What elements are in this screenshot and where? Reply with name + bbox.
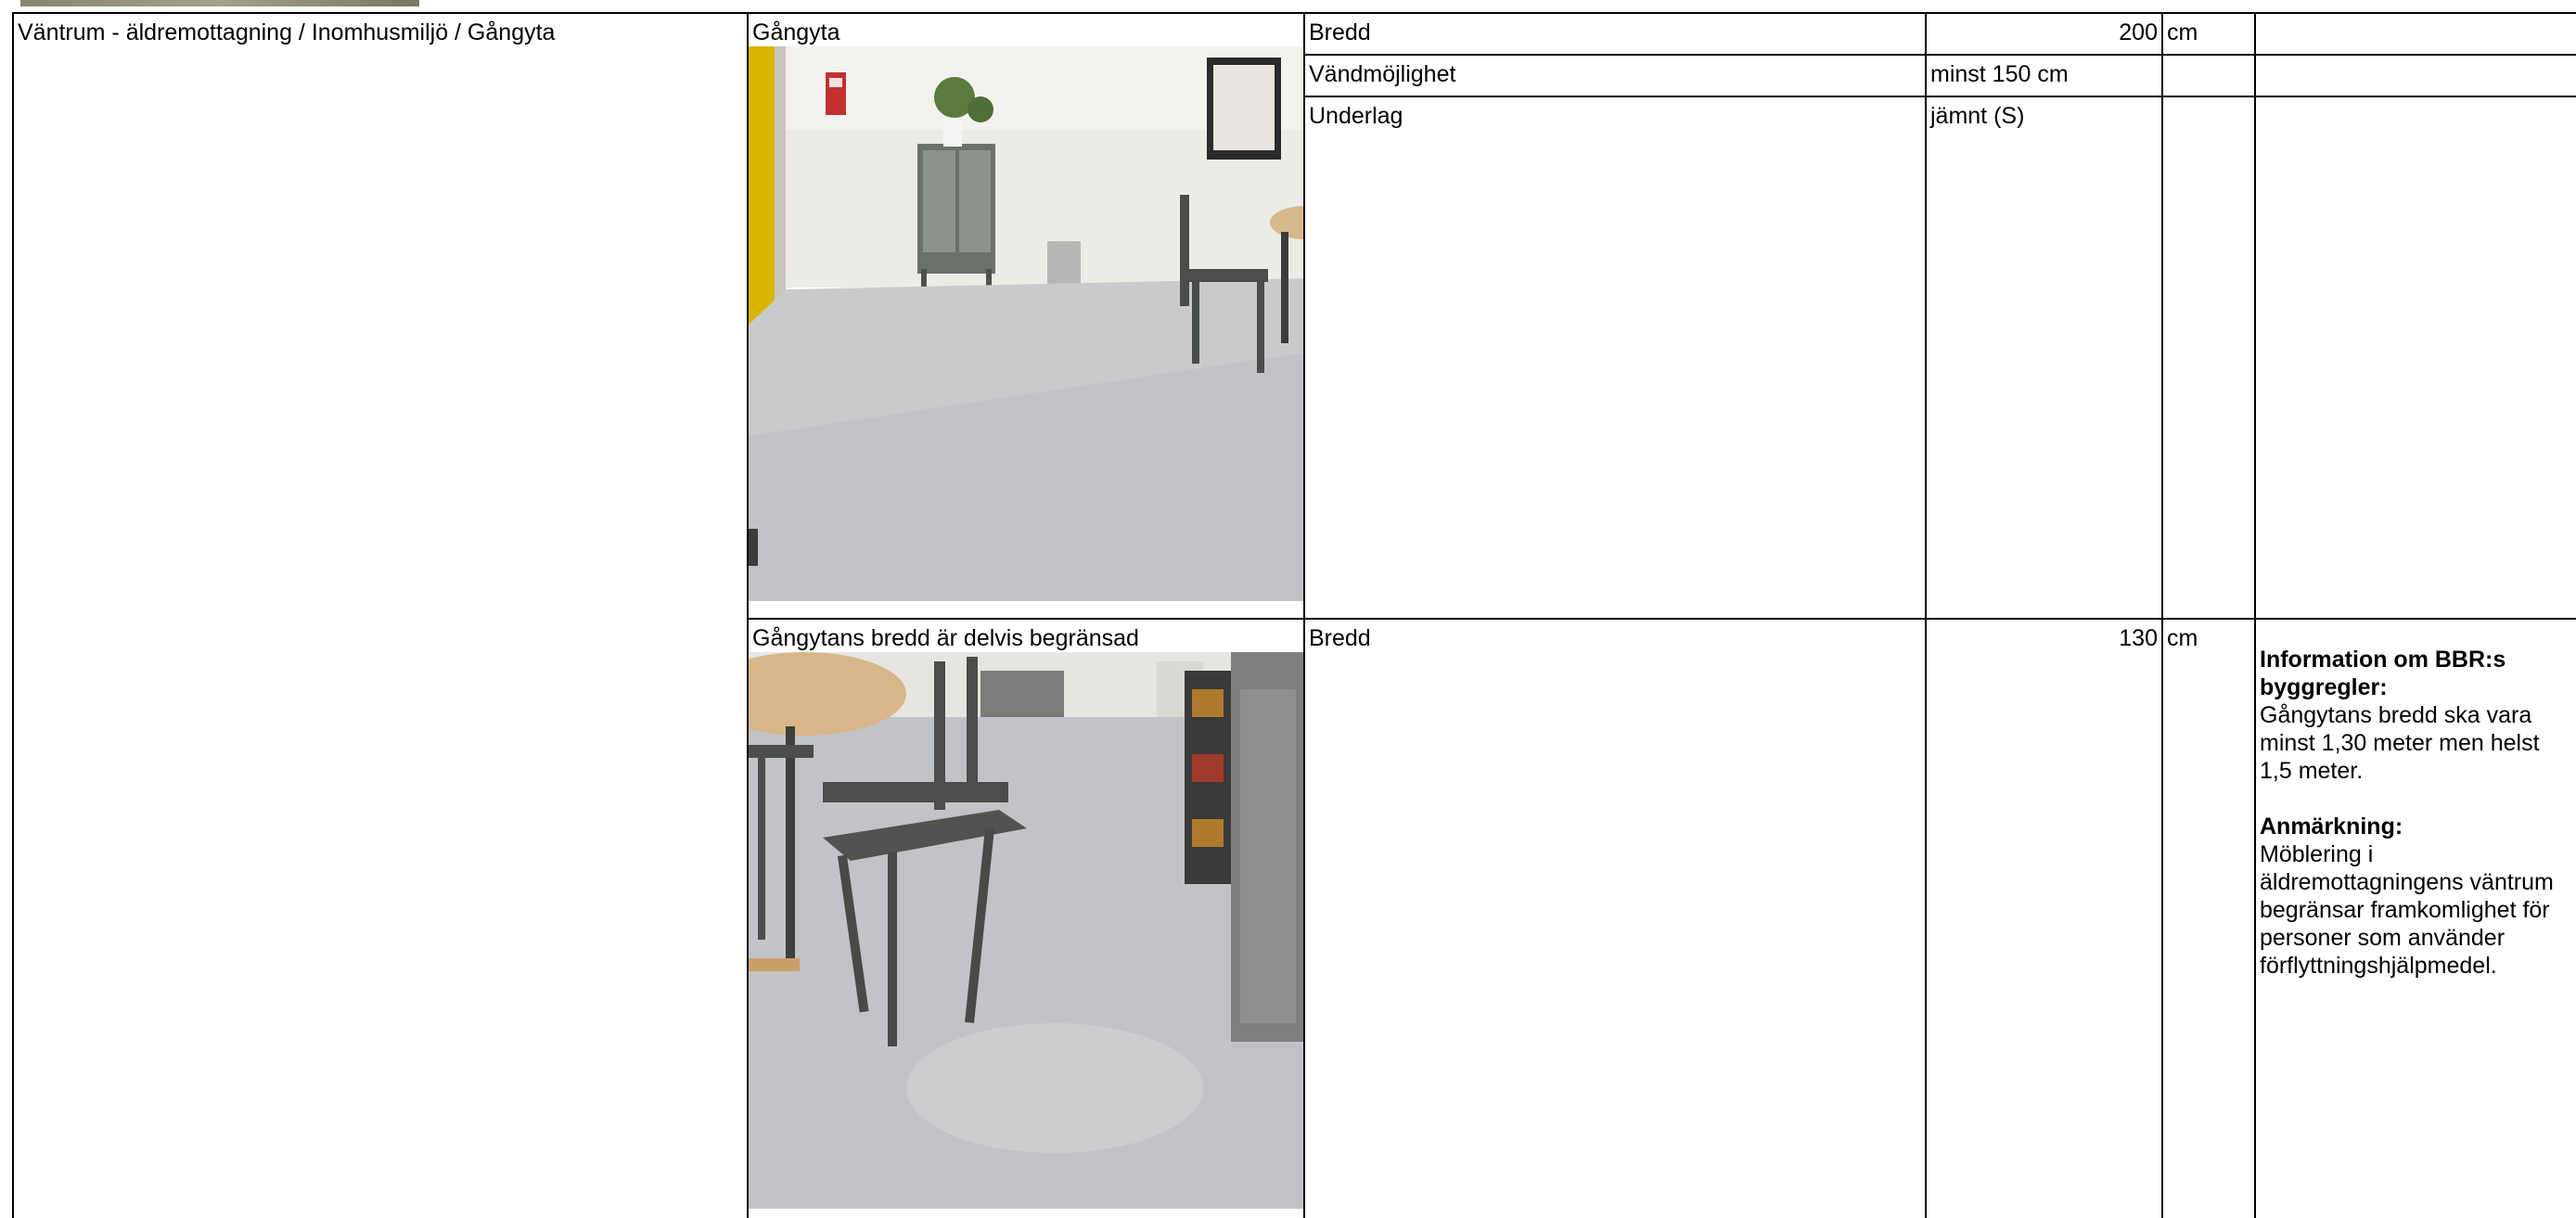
row-unit: [2161, 54, 2256, 97]
breadcrumb: Väntrum - äldremottagning / Inomhusmiljö…: [12, 12, 749, 1218]
row-unit: cm: [2161, 618, 2256, 1218]
note-spacer: [2260, 785, 2572, 813]
photo-chairs-narrow-path: [750, 652, 1302, 1209]
row-value: 200: [1925, 12, 2163, 56]
row-unit: [2161, 96, 2256, 620]
report-page: Väntrum - äldremottagning / Inomhusmiljö…: [0, 0, 2576, 1218]
row-note: [2254, 12, 2576, 56]
photo-caption: Gångyta: [752, 19, 840, 45]
note-text-remark: Möblering i äldremottagningens väntrum b…: [2260, 841, 2554, 979]
row-label: Bredd: [1303, 618, 1927, 1218]
row-unit: cm: [2161, 12, 2256, 56]
row-value: 130: [1925, 618, 2163, 1218]
row-note: [2254, 54, 2576, 97]
photo-corridor-floor: [750, 46, 1302, 601]
row-value: minst 150 cm: [1925, 54, 2163, 97]
note-heading-remark: Anmärkning:: [2260, 814, 2403, 840]
photo-cell: Gångyta: [747, 12, 1305, 620]
previous-photo-edge: [20, 0, 419, 6]
photo-cell: Gångytans bredd är delvis begränsad: [747, 618, 1305, 1218]
row-note: [2254, 96, 2576, 620]
note-text-bbr: Gångytans bredd ska vara minst 1,30 mete…: [2260, 702, 2540, 784]
row-value: jämnt (S): [1925, 96, 2163, 620]
accessibility-table: Väntrum - äldremottagning / Inomhusmiljö…: [12, 12, 2576, 1218]
row-label: Bredd: [1303, 12, 1927, 56]
note-heading-bbr: Information om BBR:s byggregler:: [2260, 647, 2506, 700]
row-label: Vändmöjlighet: [1303, 54, 1927, 97]
row-label: Underlag: [1303, 96, 1927, 620]
bbr-note: Information om BBR:s byggregler: Gångyta…: [2254, 618, 2576, 1218]
table-row: Väntrum - äldremottagning / Inomhusmiljö…: [12, 12, 2576, 1218]
photo-caption: Gångytans bredd är delvis begränsad: [752, 625, 1139, 651]
